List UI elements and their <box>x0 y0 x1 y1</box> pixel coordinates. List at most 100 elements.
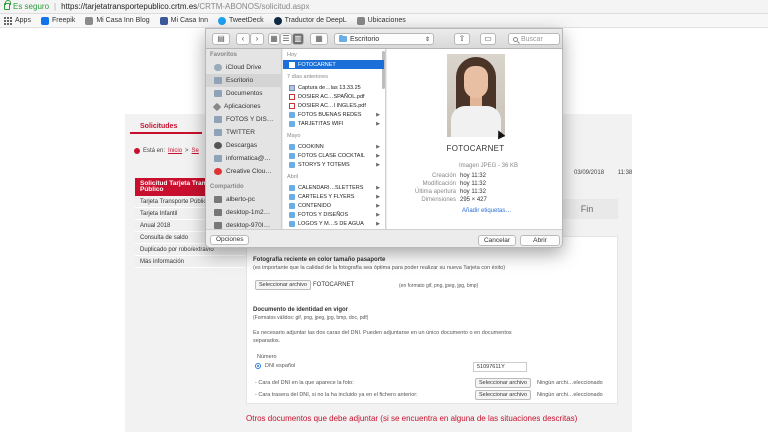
upload-form: Fotografía reciente en color tamaño pasa… <box>246 236 618 404</box>
bookmark-freepik[interactable]: Freepik <box>40 16 75 25</box>
sidebar-item-desktop-1m2[interactable]: desktop-1m2… <box>206 206 282 219</box>
back-file-status: Ningún archi…eleccionado <box>537 392 603 398</box>
column-view-button[interactable]: ▥ <box>292 33 304 45</box>
folder-fotos-clase-cocktail[interactable]: FOTOS CLASE COCKTAIL ▶ <box>283 151 384 160</box>
file-captura[interactable]: Captura de…las 13.33.25 <box>283 83 384 92</box>
folder-fotos-buenas-redes[interactable]: FOTOS BUENAS REDES ▶ <box>283 110 384 119</box>
file-dosier-ingles[interactable]: DOSIER AC…I INGLES.pdf <box>283 101 384 110</box>
sidebar-item-escritorio[interactable]: Escritorio <box>206 74 282 87</box>
document-icon <box>214 90 222 97</box>
bookmark-ubicaciones[interactable]: Ubicaciones <box>356 16 406 25</box>
compartido-heading: Compartido <box>210 184 244 190</box>
sidebar-item-icloud[interactable]: iCloud Drive <box>206 61 282 74</box>
folder-icon <box>289 184 295 191</box>
file-dosier-espanol[interactable]: DOSIER AC…SPAÑOL.pdf <box>283 92 384 101</box>
icon-view-button[interactable]: ▦ <box>268 33 280 45</box>
search-input[interactable]: Buscar <box>508 33 560 45</box>
select-back-button[interactable]: Seleccionar archivo <box>475 390 531 400</box>
sidebar-item-alberto-pc[interactable]: alberto-pc <box>206 193 282 206</box>
select-front-button[interactable]: Seleccionar archivo <box>475 378 531 388</box>
open-button[interactable]: Abrir <box>520 235 560 246</box>
image-file-icon <box>289 61 295 68</box>
download-icon <box>214 142 222 149</box>
folder-logos-marcas-agua[interactable]: LOGOS Y M…S DE AGUA ▶ <box>283 219 384 228</box>
facebook-icon <box>159 16 168 25</box>
sidenav-item-mas-informacion[interactable]: Más información <box>135 256 245 268</box>
dialog-footer: Opciones Cancelar Abrir <box>206 229 562 247</box>
folder-calendarios-newsletters[interactable]: CALENDARI…SLETTERS ▶ <box>283 183 384 192</box>
group-7-dias: 7 días anteriores <box>287 74 328 80</box>
sidebar-item-descargas[interactable]: Descargas <box>206 139 282 152</box>
date: 03/09/2018 <box>574 170 605 176</box>
sidebar-item-creative-cloud[interactable]: Creative Clou… <box>206 165 282 178</box>
sidebar-toggle-button[interactable]: ▤ <box>212 33 230 45</box>
tab-solicitudes[interactable]: Solicitudes <box>130 120 202 134</box>
group-button[interactable]: ▦ <box>310 33 328 45</box>
pdf-file-icon <box>289 93 295 100</box>
file-preview: FOTOCARNET Imagen JPEG - 36 KB Creación h… <box>387 49 562 229</box>
sidebar-item-aplicaciones[interactable]: Aplicaciones <box>206 100 282 113</box>
folder-icon <box>214 116 222 123</box>
back-label: - Cara trasera del DNI, si no la ha incl… <box>255 392 418 398</box>
id-formats: (Formatos válidos: gif, png, jpeg, jpg, … <box>253 315 369 321</box>
bookmark-apps[interactable]: Apps <box>4 16 31 25</box>
computer-icon <box>214 209 222 216</box>
apps-grid-icon <box>4 16 12 25</box>
folder-cookinn[interactable]: COOKINN ▶ <box>283 142 384 151</box>
address-bar[interactable]: Es seguro | https://tarjetatransportepub… <box>0 0 768 14</box>
options-button[interactable]: Opciones <box>210 235 250 245</box>
file-list: Hoy FOTOCARNET 7 días anteriores Captura… <box>283 49 386 229</box>
folder-contenido[interactable]: CONTENIDO ▶ <box>283 201 384 210</box>
preview-row-dimensiones: Dimensiones 295 × 427 <box>421 197 487 203</box>
tweetdeck-icon <box>217 16 226 25</box>
file-fotocarnet[interactable]: FOTOCARNET <box>283 60 384 69</box>
bookmark-tweetdeck[interactable]: TweetDeck <box>217 16 264 25</box>
folder-carteles-flyers[interactable]: CARTELES Y FLYERS ▶ <box>283 192 384 201</box>
forward-button[interactable]: › <box>250 33 264 45</box>
breadcrumb-section[interactable]: Se <box>192 148 199 154</box>
bookmark-micasainn[interactable]: Mi Casa Inn <box>159 16 208 25</box>
page-icon <box>85 16 94 25</box>
location-select[interactable]: Escritorio ⇕ <box>334 33 434 45</box>
lock-icon <box>4 0 11 10</box>
select-photo-button[interactable]: Seleccionar archivo <box>255 280 311 290</box>
photo-file-name: FOTOCARNET <box>313 282 355 288</box>
cancel-button[interactable]: Cancelar <box>478 235 516 246</box>
group-mayo: Mayo <box>287 133 301 139</box>
front-label: - Cara del DNI en la que aparece la foto… <box>255 380 354 386</box>
folder-tarjetitas-wifi[interactable]: TARJETITAS WIFI ▶ <box>283 119 384 128</box>
sidebar-item-fotos-dis[interactable]: FOTOS Y DIS… <box>206 113 282 126</box>
sidebar-item-documentos[interactable]: Documentos <box>206 87 282 100</box>
dni-radio[interactable] <box>255 363 261 369</box>
chevron-right-icon: ▶ <box>376 220 380 227</box>
folder-icon <box>289 152 295 159</box>
time: 11:38 <box>617 170 633 176</box>
share-button[interactable]: ⇧ <box>454 33 470 45</box>
chevron-right-icon: ▶ <box>376 184 380 191</box>
preview-row-ultima-apertura: Última apertura hoy 11:32 <box>414 189 486 195</box>
bookmark-micasainn-blog[interactable]: Mi Casa Inn Blog <box>85 16 150 25</box>
folder-icon <box>289 111 295 118</box>
folder-icon <box>356 16 365 25</box>
list-view-button[interactable]: ☰ <box>280 33 292 45</box>
tag-button[interactable]: ▭ <box>480 33 496 45</box>
folder-storys-totems[interactable]: STORYS Y TOTEMS ▶ <box>283 160 384 169</box>
folder-icon <box>289 143 295 150</box>
add-tags-link[interactable]: Añadir etiquetas… <box>462 208 511 214</box>
favoritos-heading: Favoritos <box>210 52 238 58</box>
search-icon <box>513 36 518 42</box>
chevron-right-icon: ▶ <box>376 120 380 127</box>
breadcrumb: Está en: Inicio > Se <box>134 148 199 154</box>
freepik-icon <box>40 16 49 25</box>
folder-fotos-disenos[interactable]: FOTOS Y DISEÑOS ▶ <box>283 210 384 219</box>
bookmark-deepl[interactable]: Traductor de DeepL <box>273 16 347 25</box>
chevron-updown-icon: ⇕ <box>424 36 430 43</box>
dialog-toolbar: ▤ ‹ › ▦ ☰ ▥ ▦ Escritorio ⇕ ⇧ ▭ Buscar <box>206 29 562 49</box>
secure-label: Es seguro <box>13 2 50 11</box>
sidebar-item-informatica[interactable]: informatica@… <box>206 152 282 165</box>
chevron-right-icon: ▶ <box>376 161 380 168</box>
sidebar-item-twitter[interactable]: TWITTER <box>206 126 282 139</box>
breadcrumb-inicio[interactable]: Inicio <box>168 148 182 154</box>
dni-input[interactable]: 51097611Y <box>473 362 527 372</box>
back-button[interactable]: ‹ <box>236 33 250 45</box>
